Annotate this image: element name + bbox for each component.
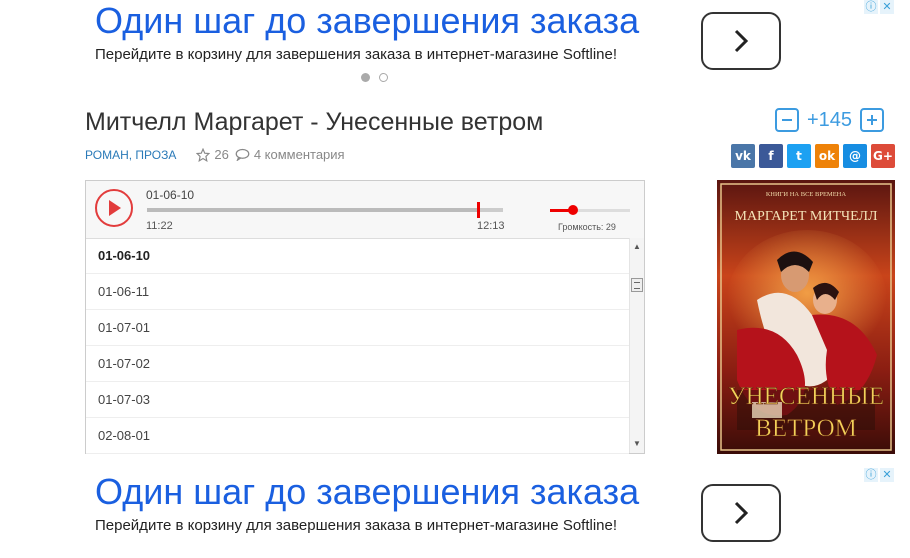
vote-plus-button[interactable] <box>860 108 885 132</box>
share-facebook-button[interactable]: f <box>759 144 783 168</box>
share-googleplus-button[interactable]: G+ <box>871 144 895 168</box>
ad-banner-bottom[interactable]: Один шаг до завершения заказа Перейдите … <box>0 468 910 558</box>
close-icon[interactable]: ✕ <box>880 0 894 14</box>
track-list: 01-06-10 01-06-11 01-07-01 01-07-02 01-07-03… <box>86 238 629 454</box>
current-track-name: 01-06-10 <box>146 188 195 202</box>
audio-player: 01-06-10 11:22 12:13 Громкость: 29 01-06… <box>85 180 645 454</box>
carousel-dot[interactable] <box>361 73 370 82</box>
comments-count: 4 комментария <box>253 147 345 162</box>
tracklist-scrollbar[interactable]: ▲ ▼ <box>629 238 644 453</box>
volume-slider[interactable] <box>550 205 630 215</box>
ad-banner-top[interactable]: Один шаг до завершения заказа Перейдите … <box>0 0 910 90</box>
chevron-right-icon <box>734 29 749 53</box>
volume-handle[interactable] <box>568 205 579 215</box>
ad-headline[interactable]: Один шаг до завершения заказа <box>95 0 639 42</box>
book-cover[interactable]: КНИГИ НА ВСЕ ВРЕМЕНА МАРГАРЕТ МИТЧЕЛЛ УН… <box>717 180 895 454</box>
share-odnoklassniki-button[interactable]: ok <box>815 144 839 168</box>
carousel-dots <box>361 73 388 82</box>
cover-series: КНИГИ НА ВСЕ ВРЕМЕНА <box>766 191 846 198</box>
star-icon <box>196 147 211 162</box>
rating: 26 <box>196 147 229 162</box>
comments-link[interactable]: 4 комментария <box>235 147 345 162</box>
plus-icon <box>867 115 878 125</box>
vote-widget: +145 <box>775 108 885 132</box>
scroll-thumb[interactable] <box>631 278 643 292</box>
share-vk-button[interactable]: vk <box>731 144 755 168</box>
ad-headline[interactable]: Один шаг до завершения заказа <box>95 471 639 513</box>
scroll-up-arrow[interactable]: ▲ <box>630 240 644 254</box>
ad-subtext[interactable]: Перейдите в корзину для завершения заказ… <box>95 46 617 63</box>
ad-subtext[interactable]: Перейдите в корзину для завершения заказ… <box>95 517 617 534</box>
carousel-dot[interactable] <box>379 73 388 82</box>
adchoices-icon[interactable]: ⓘ <box>864 468 878 482</box>
progress-handle[interactable] <box>477 202 481 218</box>
page-title: Митчелл Маргарет - Унесенные ветром <box>85 108 544 136</box>
play-button[interactable] <box>95 189 133 227</box>
comment-icon <box>235 148 250 161</box>
close-icon[interactable]: ✕ <box>880 468 894 482</box>
volume-label: Громкость: 29 <box>558 222 616 232</box>
play-icon <box>109 200 121 216</box>
cover-author: МАРГАРЕТ МИТЧЕЛЛ <box>735 209 878 224</box>
track-list-item[interactable]: 01-06-11 <box>86 274 629 310</box>
share-buttons: vk f t ok @ G+ <box>731 144 895 168</box>
genre-link[interactable]: РОМАН, ПРОЗА <box>85 148 176 162</box>
vote-count: +145 <box>807 108 853 131</box>
track-list-item[interactable]: 02-08-01 <box>86 418 629 454</box>
scroll-down-arrow[interactable]: ▼ <box>630 437 644 451</box>
cover-title-line1: УНЕСЕННЫЕ <box>728 383 884 410</box>
time-total: 12:13 <box>477 220 505 232</box>
ad-next-button[interactable] <box>701 484 781 542</box>
adchoices-icon[interactable]: ⓘ <box>864 0 878 14</box>
share-moimir-button[interactable]: @ <box>843 144 867 168</box>
track-list-item[interactable]: 01-06-10 <box>86 238 629 274</box>
ad-next-button[interactable] <box>701 12 781 70</box>
progress-fill <box>147 208 479 212</box>
chevron-right-icon <box>734 501 749 525</box>
player-controls: 01-06-10 11:22 12:13 Громкость: 29 <box>86 181 644 239</box>
time-current: 11:22 <box>146 220 173 232</box>
minus-icon <box>782 119 792 121</box>
cover-title-line2: ВЕТРОМ <box>755 415 857 442</box>
track-list-item[interactable]: 01-07-03 <box>86 382 629 418</box>
rating-value: 26 <box>214 147 229 162</box>
progress-bar[interactable] <box>147 202 503 218</box>
track-list-item[interactable]: 01-07-02 <box>86 346 629 382</box>
track-list-item[interactable]: 01-07-01 <box>86 310 629 346</box>
book-meta: РОМАН, ПРОЗА 26 4 комментария <box>85 147 345 162</box>
share-twitter-button[interactable]: t <box>787 144 811 168</box>
book-cover-image: КНИГИ НА ВСЕ ВРЕМЕНА МАРГАРЕТ МИТЧЕЛЛ УН… <box>717 180 895 454</box>
vote-minus-button[interactable] <box>775 108 799 132</box>
